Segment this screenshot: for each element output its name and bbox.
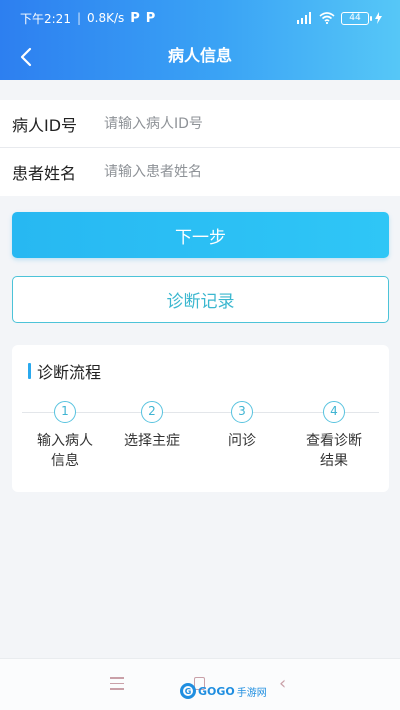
battery-level: 44 [349, 13, 361, 23]
status-bar: 下午2:21 | 0.8K/s P P 44 [0, 0, 400, 36]
status-right: 44 [297, 11, 382, 25]
step-label: 查看诊断 结果 [306, 433, 362, 469]
patient-id-label: 病人ID号 [12, 115, 78, 135]
flow-step: 4 查看诊断 结果 [291, 401, 377, 471]
flow-step: 1 输入病人 信息 [22, 401, 108, 471]
title-accent-bar [28, 363, 31, 379]
menu-icon[interactable] [110, 677, 124, 694]
back-nav-icon[interactable]: ‹ [279, 673, 286, 694]
network-speed: 0.8K/s [87, 11, 125, 25]
flow-step: 2 选择主症 [109, 401, 195, 451]
flow-title-text: 诊断流程 [37, 363, 102, 382]
wifi-icon [319, 12, 335, 24]
notification-p-icon: P [145, 10, 156, 26]
cellular-signal-icon [297, 12, 311, 24]
app-bar: 病人信息 [0, 36, 400, 80]
step-number: 4 [323, 401, 345, 423]
diagnosis-records-button[interactable]: 诊断记录 [12, 276, 389, 323]
step-number: 1 [54, 401, 76, 423]
flow-title: 诊断流程 [28, 359, 101, 383]
flow-step: 3 问诊 [199, 401, 285, 451]
next-step-button[interactable]: 下一步 [12, 212, 389, 258]
patient-name-label: 患者姓名 [12, 164, 77, 183]
battery-icon: 44 [341, 11, 372, 25]
step-label: 输入病人 信息 [37, 433, 93, 469]
watermark-logo-icon: G [180, 683, 196, 699]
patient-form: 病人ID号 患者姓名 [0, 100, 400, 196]
watermark-brand: GOGO [198, 684, 235, 698]
step-label: 问诊 [228, 433, 256, 449]
patient-id-row: 病人ID号 [0, 100, 400, 148]
step-number: 3 [231, 401, 253, 423]
watermark-suffix: 手游网 [236, 687, 267, 699]
notification-p-icon: P [130, 10, 140, 26]
diagnosis-flow-card: 诊断流程 1 输入病人 信息 2 选择主症 3 问诊 4 查看诊断 结果 [12, 345, 389, 492]
step-label: 选择主症 [124, 433, 180, 449]
status-left: 下午2:21 | 0.8K/s P P [20, 10, 155, 27]
page-title: 病人信息 [167, 46, 232, 65]
patient-name-input[interactable] [104, 164, 400, 180]
patient-id-input[interactable] [104, 115, 400, 132]
patient-name-row: 患者姓名 [0, 148, 400, 196]
step-number: 2 [141, 401, 163, 423]
status-time: 下午2:21 [20, 11, 71, 26]
watermark-logo: G GOGO 手游网 [180, 680, 267, 702]
charging-icon [375, 12, 382, 24]
status-separator: | [76, 11, 81, 25]
